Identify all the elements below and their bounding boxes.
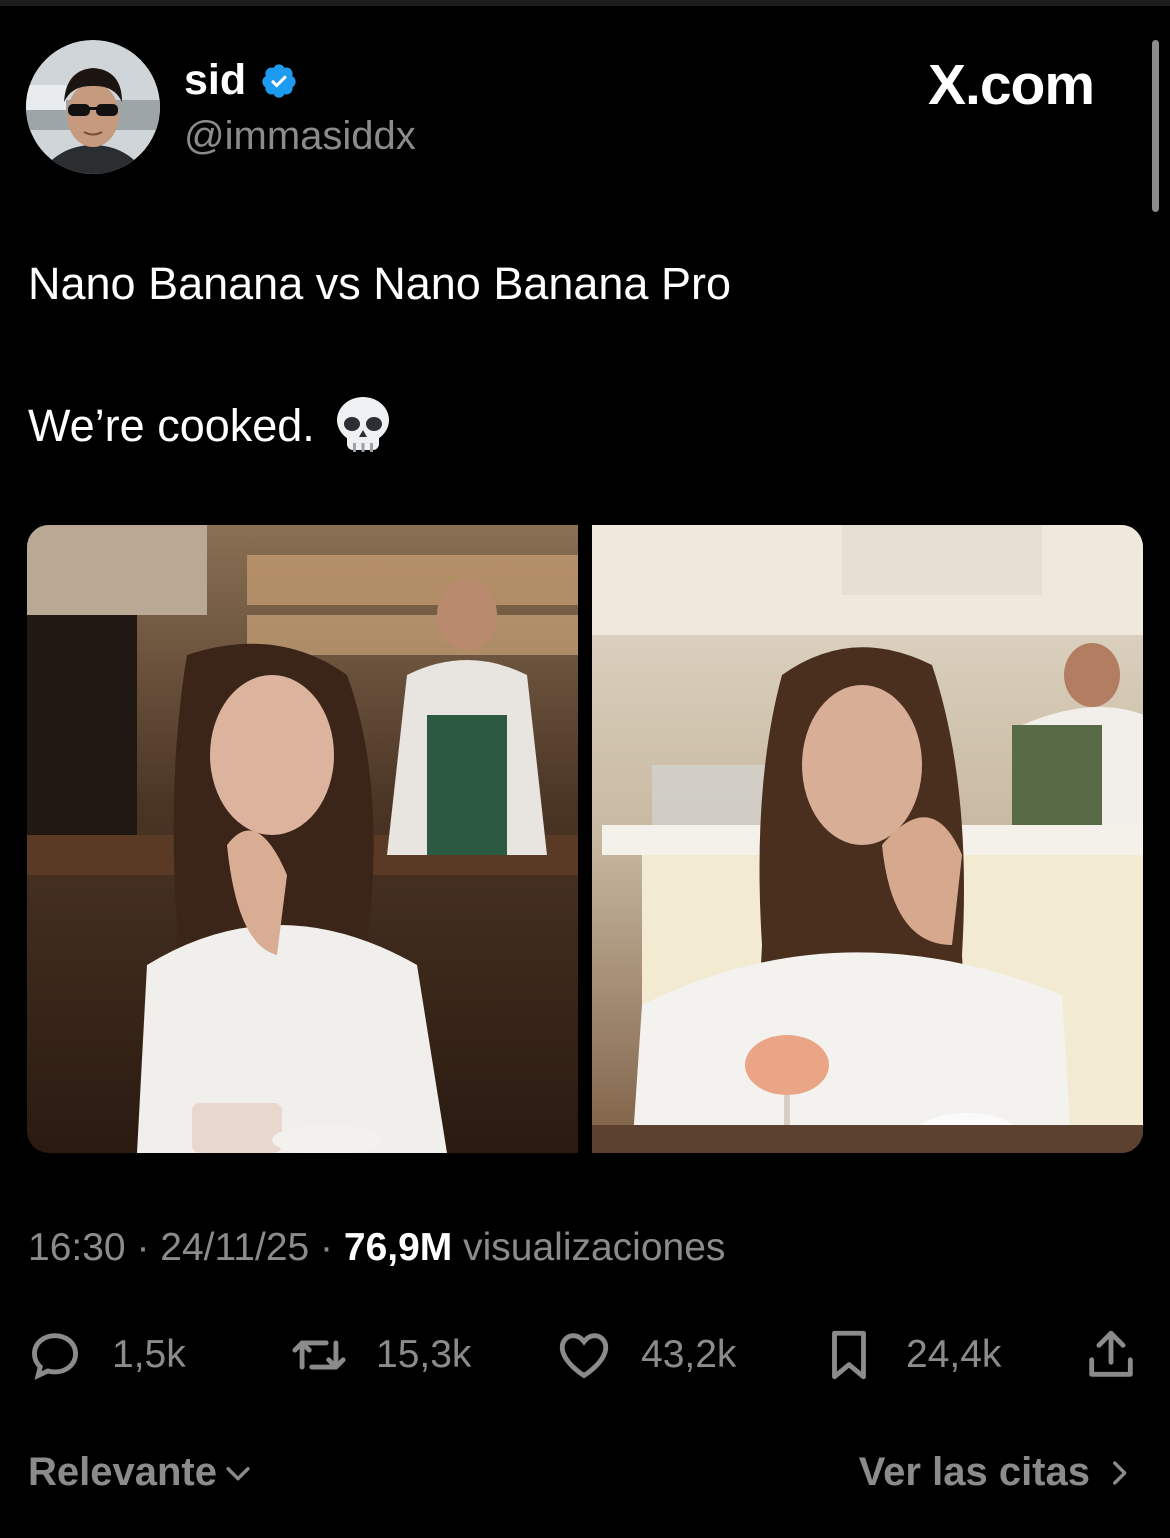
chevron-down-icon [226, 1466, 250, 1480]
tweet-text-line-2: We’re cooked. [28, 396, 391, 456]
author-name[interactable]: sid [184, 56, 246, 105]
tweet-date[interactable]: 24/11/25 [160, 1226, 309, 1269]
repost-icon [292, 1340, 346, 1370]
view-count: 76,9M [343, 1226, 453, 1269]
repost-button[interactable]: 15,3k [290, 1320, 471, 1390]
action-bar: 1,5k 15,3k 43,2k 24,4k [0, 1320, 1170, 1390]
bookmark-icon [832, 1330, 866, 1380]
like-button[interactable]: 43,2k [555, 1320, 736, 1390]
tweet-text-line-1: Nano Banana vs Nano Banana Pro [28, 258, 731, 309]
avatar[interactable] [26, 40, 160, 174]
verified-badge-icon [262, 63, 296, 98]
media-photo-right[interactable] [591, 525, 1143, 1153]
bookmark-count: 24,4k [906, 1333, 1002, 1376]
tweet-text-line-2-text: We’re cooked. [28, 400, 315, 451]
bookmark-button[interactable]: 24,4k [820, 1320, 1001, 1390]
like-count: 43,2k [641, 1333, 737, 1376]
sort-replies-dropdown[interactable]: Relevante [28, 1450, 255, 1495]
meta-separator: · [125, 1226, 161, 1269]
top-edge [0, 0, 1170, 6]
reply-button[interactable]: 1,5k [26, 1320, 186, 1390]
author-name-row[interactable]: sid [184, 56, 298, 105]
reply-count: 1,5k [112, 1333, 186, 1376]
meta-separator: · [309, 1226, 344, 1269]
share-button[interactable] [1082, 1320, 1140, 1390]
view-quotes-link[interactable]: Ver las citas [859, 1450, 1136, 1495]
skull-emoji-icon [336, 397, 389, 452]
reply-icon [32, 1333, 78, 1380]
share-icon [1089, 1330, 1133, 1377]
media-grid[interactable] [27, 525, 1143, 1153]
scrollbar[interactable] [1152, 40, 1159, 212]
tweet-meta: 16:30 · 24/11/25 · 76,9M visualizaciones [28, 1226, 725, 1270]
tweet-time[interactable]: 16:30 [28, 1226, 126, 1269]
chevron-right-icon [1113, 1460, 1127, 1485]
author-handle[interactable]: @immasiddx [184, 114, 416, 159]
like-icon [559, 1333, 609, 1379]
view-label: visualizaciones [452, 1226, 726, 1269]
repost-count: 15,3k [376, 1333, 472, 1376]
media-photo-left[interactable] [27, 525, 579, 1153]
brand-logo-text: X.com [928, 53, 1095, 117]
view-quotes-label: Ver las citas [858, 1450, 1090, 1494]
sort-label: Relevante [28, 1450, 217, 1494]
